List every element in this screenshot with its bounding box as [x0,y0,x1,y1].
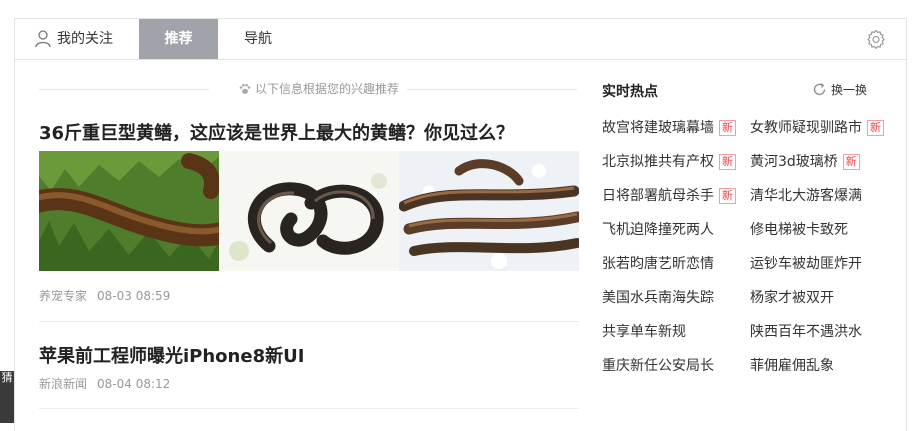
hot-topic-item[interactable]: 女教师疑现驯路市新 [750,118,884,138]
coiled-eel-image[interactable] [219,151,399,271]
hot-topic-text: 黄河3d玻璃桥 [750,154,838,170]
article-meta: 新浪新闻 08-04 08:12 [39,375,170,392]
hot-topic-item[interactable]: 重庆新任公安局长 [602,356,714,376]
refresh-button[interactable]: 换一换 [812,81,867,98]
tab-my-follow-label: 我的关注 [57,31,113,47]
hot-topic-text: 北京拟推共有产权 [602,154,714,170]
tab-navigation[interactable]: 导航 [218,19,298,59]
tab-recommend[interactable]: 推荐 [139,19,218,59]
hot-topic-item[interactable]: 共享单车新规 [602,322,686,342]
hot-topic-text: 张若昀唐艺昕恋情 [602,256,714,272]
hot-topic-item[interactable]: 修电梯被卡致死 [750,220,848,240]
hot-topic-item[interactable]: 北京拟推共有产权新 [602,152,736,172]
hot-topic-text: 菲佣雇佣乱象 [750,358,834,374]
eel-on-grass-image[interactable] [39,151,219,271]
hot-topic-text: 修电梯被卡致死 [750,222,848,238]
hot-topic-text: 日将部署航母杀手 [602,188,714,204]
refresh-icon [813,83,826,96]
hint-divider-left [39,89,209,90]
refresh-label: 换一换 [831,83,868,97]
new-badge: 新 [719,188,736,204]
content-frame: 我的关注 推荐 导航 以下信息根据您的兴趣推荐 36斤重巨型黄鳝，这应该是世界上… [14,18,907,431]
tab-my-follow[interactable]: 我的关注 [35,19,139,59]
hot-topics-title: 实时热点 [602,84,658,100]
hint-text: 以下信息根据您的兴趣推荐 [254,82,399,96]
hot-topic-item[interactable]: 菲佣雇佣乱象 [750,356,834,376]
hot-topic-text: 故宫将建玻璃幕墙 [602,120,714,136]
hint-divider-right [407,89,577,90]
hot-topic-text: 杨家才被双开 [750,290,834,306]
article-time: 08-03 08:59 [97,289,171,303]
side-feedback-tab[interactable]: 猜 [0,371,14,423]
new-badge: 新 [719,120,736,136]
divider [39,321,579,322]
article-source[interactable]: 新浪新闻 [39,377,87,391]
hot-topic-text: 陕西百年不遇洪水 [750,324,862,340]
new-badge: 新 [842,154,860,170]
gear-icon[interactable] [866,29,886,49]
hot-topic-text: 美国水兵南海失踪 [602,290,714,306]
hot-topic-item[interactable]: 杨家才被双开 [750,288,834,308]
hot-topic-item[interactable]: 运钞车被劫匪炸开 [750,254,862,274]
recommend-hint: 以下信息根据您的兴趣推荐 [39,81,577,97]
divider [39,408,579,409]
article-meta: 养宠专家 08-03 08:59 [39,287,170,304]
hot-topic-item[interactable]: 陕西百年不遇洪水 [750,322,862,342]
hot-topic-text: 重庆新任公安局长 [602,358,714,374]
hot-topic-item[interactable]: 日将部署航母杀手新 [602,186,736,206]
hot-topic-text: 运钞车被劫匪炸开 [750,256,862,272]
paw-icon [239,83,251,94]
article-title[interactable]: 36斤重巨型黄鳝，这应该是世界上最大的黄鳝？你见过么？ [39,119,514,145]
tab-bar: 我的关注 推荐 导航 [15,19,906,60]
hot-topic-item[interactable]: 清华北大游客爆满 [750,186,862,206]
article-image-row [39,151,579,271]
hot-topic-text: 女教师疑现驯路市 [750,120,862,136]
hot-topic-text: 共享单车新规 [602,324,686,340]
hot-topic-text: 清华北大游客爆满 [750,188,862,204]
article-time: 08-04 08:12 [97,377,171,391]
user-icon [35,30,51,48]
hot-topic-text: 飞机迫降撞死两人 [602,222,714,238]
eels-on-ice-image[interactable] [399,151,579,271]
hot-topic-item[interactable]: 黄河3d玻璃桥新 [750,152,860,172]
hot-topic-item[interactable]: 美国水兵南海失踪 [602,288,714,308]
hot-topic-item[interactable]: 故宫将建玻璃幕墙新 [602,118,736,138]
hot-topic-item[interactable]: 飞机迫降撞死两人 [602,220,714,240]
hot-topic-item[interactable]: 张若昀唐艺昕恋情 [602,254,714,274]
new-badge: 新 [867,120,884,136]
article-title[interactable]: 苹果前工程师曝光iPhone8新UI [39,342,304,368]
new-badge: 新 [719,154,736,170]
article-source[interactable]: 养宠专家 [39,289,87,303]
